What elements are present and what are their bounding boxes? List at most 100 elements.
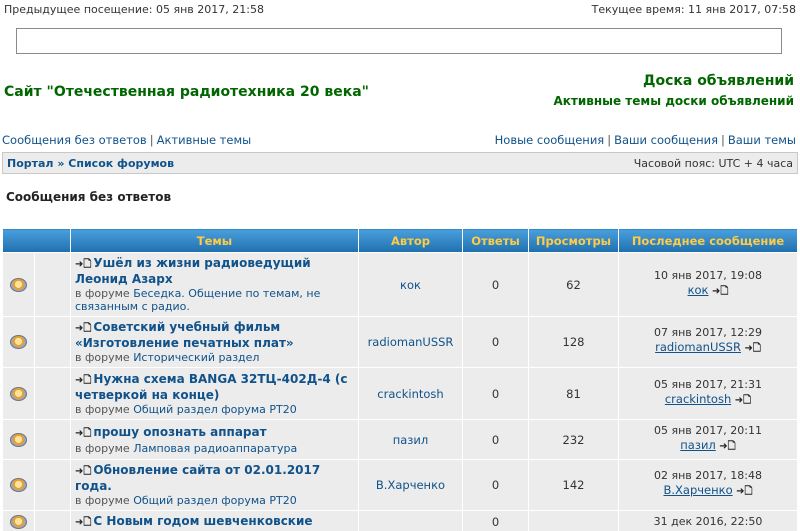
goto-last-post-icon[interactable]: ➜🗋 (736, 486, 752, 497)
last-post-author-line: кок ➜🗋 (623, 283, 793, 301)
topic-title-line: ➜🗋 Обновление сайта от 02.01.2017 года. (75, 463, 354, 493)
topic-cell: ➜🗋 Советский учебный фильм «Изготовление … (70, 316, 359, 368)
separator: | (149, 133, 154, 147)
topic-title-line: ➜🗋 Нужна схема BANGA 32ТЦ-402Д-4 (с четве… (75, 372, 354, 402)
new-post-icon[interactable]: ➜🗋 (75, 374, 91, 388)
topic-icon-cell (34, 316, 71, 368)
topic-title-link[interactable]: Советский учебный фильм «Изготовление пе… (75, 320, 294, 350)
topic-status-cell (2, 419, 35, 460)
topic-forum-link[interactable]: Исторический раздел (133, 351, 259, 364)
last-post-cell: 10 янв 2017, 19:08 кок ➜🗋 (618, 252, 798, 317)
table-row: ➜🗋 Ушёл из жизни радиоведущий Леонид Азар… (2, 252, 798, 317)
last-post-author-link[interactable]: crackintosh (665, 392, 731, 406)
author-cell: radiomanUSSR (358, 316, 463, 368)
new-post-icon[interactable]: ➜🗋 (75, 465, 91, 479)
goto-last-post-icon[interactable]: ➜🗋 (744, 343, 760, 354)
search-input[interactable] (16, 28, 782, 54)
topic-forum-line: в форуме Ламповая радиоаппаратура (75, 442, 354, 455)
topic-title-link[interactable]: Ушёл из жизни радиоведущий Леонид Азарх (75, 256, 311, 286)
breadcrumb-forums-link[interactable]: Список форумов (68, 157, 174, 170)
page-title: Сообщения без ответов (6, 190, 172, 204)
last-post-author-link[interactable]: В.Харченко (663, 483, 732, 497)
last-post-author-link[interactable]: кок (688, 283, 709, 297)
topic-forum-link[interactable]: Ламповая радиоаппаратура (133, 442, 297, 455)
replies-cell: 0 (462, 459, 529, 511)
replies-cell: 0 (462, 252, 529, 317)
last-post-author-line: В.Харченко ➜🗋 (623, 483, 793, 501)
forum-prefix: в форуме (75, 351, 130, 364)
last-post-author-link[interactable]: radiomanUSSR (655, 340, 741, 354)
topic-forum-link[interactable]: Общий раздел форума РТ20 (133, 494, 297, 507)
topic-forum-link[interactable]: Общий раздел форума РТ20 (133, 403, 297, 416)
topic-forum-line: в форуме Общий раздел форума РТ20 (75, 494, 354, 507)
forum-prefix: в форуме (75, 402, 130, 416)
new-post-icon[interactable]: ➜🗋 (75, 516, 91, 530)
last-post-cell: 05 янв 2017, 20:11 пазил ➜🗋 (618, 419, 798, 460)
new-post-icon[interactable]: ➜🗋 (75, 322, 91, 336)
replies-cell: 0 (462, 510, 529, 531)
topic-title-link[interactable]: С Новым годом шевченковские (93, 514, 312, 528)
topic-title-link[interactable]: Нужна схема BANGA 32ТЦ-402Д-4 (с четверк… (75, 372, 348, 402)
topic-title-line: ➜🗋 Ушёл из жизни радиоведущий Леонид Азар… (75, 256, 354, 286)
topic-status-cell (2, 252, 35, 317)
author-cell: В.Харченко (358, 459, 463, 511)
goto-last-post-icon[interactable]: ➜🗋 (719, 441, 735, 452)
topic-title-line: ➜🗋 прошу опознать аппарат (75, 425, 354, 441)
views-cell: 232 (528, 419, 619, 460)
topic-forum-line: в форуме Исторический раздел (75, 351, 354, 364)
last-post-author-link[interactable]: пазил (680, 438, 716, 452)
topic-cell: ➜🗋 Нужна схема BANGA 32ТЦ-402Д-4 (с четве… (70, 367, 359, 420)
topic-folder-icon (10, 515, 27, 529)
views-count: 81 (566, 386, 581, 401)
goto-last-post-icon[interactable]: ➜🗋 (712, 286, 728, 297)
last-post-author-line: crackintosh ➜🗋 (623, 392, 793, 410)
quick-links-right: Новые сообщения | Ваши сообщения | Ваши темы (495, 133, 796, 147)
replies-count: 0 (491, 515, 500, 529)
topics-table: Темы Автор Ответы Просмотры Последнее со… (2, 228, 798, 531)
topic-folder-icon (10, 386, 27, 401)
replies-cell: 0 (462, 316, 529, 368)
forum-prefix: в форуме (75, 287, 130, 300)
active-topics-link[interactable]: Активные темы (157, 133, 252, 147)
quick-links-left: Сообщения без ответов | Активные темы (2, 133, 251, 147)
author-link[interactable]: кок (400, 278, 421, 292)
topic-cell: ➜🗋 Ушёл из жизни радиоведущий Леонид Азар… (70, 252, 359, 317)
last-post-cell: 07 янв 2017, 12:29 radiomanUSSR ➜🗋 (618, 316, 798, 368)
last-post-author-line: пазил ➜🗋 (623, 438, 793, 456)
author-link[interactable]: crackintosh (377, 387, 443, 401)
last-post-cell: 05 янв 2017, 21:31 crackintosh ➜🗋 (618, 367, 798, 420)
new-post-icon[interactable]: ➜🗋 (75, 258, 91, 272)
author-link[interactable]: radiomanUSSR (368, 335, 454, 349)
topic-status-cell (2, 316, 35, 368)
last-visit-text: Предыдущее посещение: 05 янв 2017, 21:58 (4, 3, 264, 16)
replies-count: 0 (491, 335, 500, 349)
header-views: Просмотры (528, 228, 619, 253)
last-post-date: 05 янв 2017, 21:31 (654, 377, 762, 391)
new-posts-link[interactable]: Новые сообщения (495, 133, 605, 147)
current-time-text: Текущее время: 11 янв 2017, 07:58 (591, 3, 796, 16)
new-post-icon[interactable]: ➜🗋 (75, 427, 91, 441)
topic-title-link[interactable]: Обновление сайта от 02.01.2017 года. (75, 463, 320, 493)
topic-forum-line: в форуме Общий раздел форума РТ20 (75, 403, 354, 416)
topic-status-cell (2, 510, 35, 531)
your-posts-link[interactable]: Ваши сообщения (614, 133, 718, 147)
author-link[interactable]: В.Харченко (376, 478, 445, 492)
your-topics-link[interactable]: Ваши темы (728, 133, 796, 147)
topic-forum-line: в форуме Беседка. Общение по темам, не с… (75, 287, 354, 313)
header-replies: Ответы (462, 228, 529, 253)
author-link[interactable]: пазил (393, 433, 429, 447)
replies-cell: 0 (462, 419, 529, 460)
replies-count: 0 (491, 386, 500, 401)
separator: | (721, 133, 725, 147)
site-title[interactable]: Сайт "Отечественная радиотехника 20 века… (4, 84, 369, 100)
table-row: ➜🗋 С Новым годом шевченковские 0 31 дек 2… (2, 510, 798, 531)
topic-title-line: ➜🗋 С Новым годом шевченковские (75, 514, 354, 530)
topic-icon-cell (34, 419, 71, 460)
unanswered-posts-link[interactable]: Сообщения без ответов (2, 133, 147, 147)
goto-last-post-icon[interactable]: ➜🗋 (735, 395, 751, 406)
topic-title-link[interactable]: прошу опознать аппарат (93, 425, 266, 439)
replies-count: 0 (491, 432, 500, 447)
topic-icon-cell (34, 252, 71, 317)
views-count: 128 (562, 335, 585, 349)
breadcrumb-portal-link[interactable]: Портал (7, 157, 54, 170)
